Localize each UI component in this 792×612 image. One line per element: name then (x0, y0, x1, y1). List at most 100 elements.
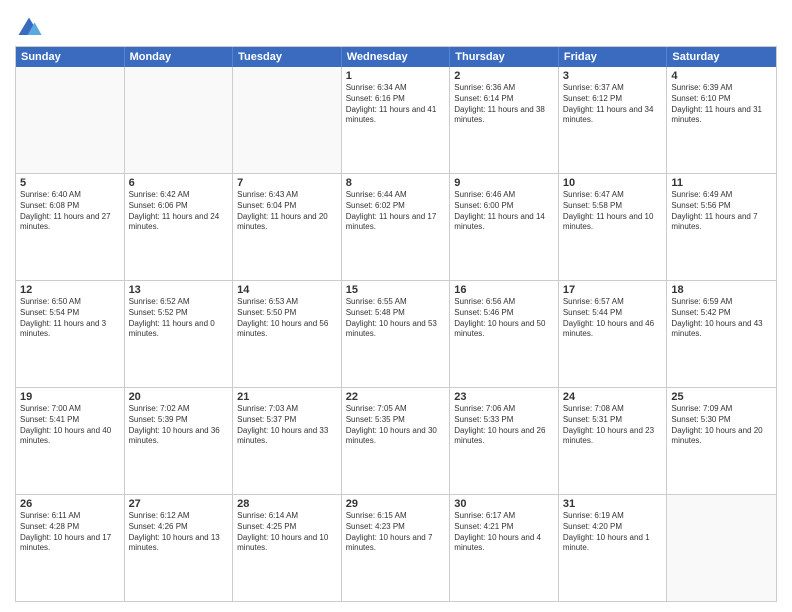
empty-cell (667, 495, 776, 601)
day-cell-20: 20Sunrise: 7:02 AM Sunset: 5:39 PM Dayli… (125, 388, 234, 494)
day-cell-10: 10Sunrise: 6:47 AM Sunset: 5:58 PM Dayli… (559, 174, 668, 280)
day-cell-31: 31Sunrise: 6:19 AM Sunset: 4:20 PM Dayli… (559, 495, 668, 601)
day-number: 12 (20, 284, 120, 296)
day-number: 28 (237, 498, 337, 510)
header (15, 10, 777, 42)
cell-text: Sunrise: 6:46 AM Sunset: 6:00 PM Dayligh… (454, 190, 554, 233)
day-number: 18 (671, 284, 772, 296)
cell-text: Sunrise: 6:59 AM Sunset: 5:42 PM Dayligh… (671, 297, 772, 340)
day-number: 7 (237, 177, 337, 189)
cell-text: Sunrise: 6:56 AM Sunset: 5:46 PM Dayligh… (454, 297, 554, 340)
header-day-thursday: Thursday (450, 47, 559, 67)
day-number: 15 (346, 284, 446, 296)
header-day-tuesday: Tuesday (233, 47, 342, 67)
cell-text: Sunrise: 6:47 AM Sunset: 5:58 PM Dayligh… (563, 190, 663, 233)
cell-text: Sunrise: 6:43 AM Sunset: 6:04 PM Dayligh… (237, 190, 337, 233)
day-cell-3: 3Sunrise: 6:37 AM Sunset: 6:12 PM Daylig… (559, 67, 668, 173)
day-number: 26 (20, 498, 120, 510)
day-number: 22 (346, 391, 446, 403)
day-cell-17: 17Sunrise: 6:57 AM Sunset: 5:44 PM Dayli… (559, 281, 668, 387)
cell-text: Sunrise: 6:14 AM Sunset: 4:25 PM Dayligh… (237, 511, 337, 554)
calendar: SundayMondayTuesdayWednesdayThursdayFrid… (15, 46, 777, 602)
day-cell-6: 6Sunrise: 6:42 AM Sunset: 6:06 PM Daylig… (125, 174, 234, 280)
day-cell-2: 2Sunrise: 6:36 AM Sunset: 6:14 PM Daylig… (450, 67, 559, 173)
day-cell-13: 13Sunrise: 6:52 AM Sunset: 5:52 PM Dayli… (125, 281, 234, 387)
logo (15, 14, 47, 42)
day-number: 27 (129, 498, 229, 510)
cell-text: Sunrise: 7:03 AM Sunset: 5:37 PM Dayligh… (237, 404, 337, 447)
day-number: 23 (454, 391, 554, 403)
week-row-5: 26Sunrise: 6:11 AM Sunset: 4:28 PM Dayli… (16, 494, 776, 601)
calendar-body: 1Sunrise: 6:34 AM Sunset: 6:16 PM Daylig… (16, 67, 776, 601)
day-cell-22: 22Sunrise: 7:05 AM Sunset: 5:35 PM Dayli… (342, 388, 451, 494)
day-cell-25: 25Sunrise: 7:09 AM Sunset: 5:30 PM Dayli… (667, 388, 776, 494)
cell-text: Sunrise: 6:53 AM Sunset: 5:50 PM Dayligh… (237, 297, 337, 340)
day-cell-21: 21Sunrise: 7:03 AM Sunset: 5:37 PM Dayli… (233, 388, 342, 494)
header-day-monday: Monday (125, 47, 234, 67)
day-cell-5: 5Sunrise: 6:40 AM Sunset: 6:08 PM Daylig… (16, 174, 125, 280)
day-number: 25 (671, 391, 772, 403)
day-cell-28: 28Sunrise: 6:14 AM Sunset: 4:25 PM Dayli… (233, 495, 342, 601)
cell-text: Sunrise: 7:09 AM Sunset: 5:30 PM Dayligh… (671, 404, 772, 447)
week-row-2: 5Sunrise: 6:40 AM Sunset: 6:08 PM Daylig… (16, 173, 776, 280)
day-cell-9: 9Sunrise: 6:46 AM Sunset: 6:00 PM Daylig… (450, 174, 559, 280)
empty-cell (16, 67, 125, 173)
day-number: 29 (346, 498, 446, 510)
day-number: 10 (563, 177, 663, 189)
day-cell-23: 23Sunrise: 7:06 AM Sunset: 5:33 PM Dayli… (450, 388, 559, 494)
day-cell-30: 30Sunrise: 6:17 AM Sunset: 4:21 PM Dayli… (450, 495, 559, 601)
day-number: 8 (346, 177, 446, 189)
day-cell-12: 12Sunrise: 6:50 AM Sunset: 5:54 PM Dayli… (16, 281, 125, 387)
cell-text: Sunrise: 6:15 AM Sunset: 4:23 PM Dayligh… (346, 511, 446, 554)
day-number: 31 (563, 498, 663, 510)
cell-text: Sunrise: 6:52 AM Sunset: 5:52 PM Dayligh… (129, 297, 229, 340)
cell-text: Sunrise: 7:08 AM Sunset: 5:31 PM Dayligh… (563, 404, 663, 447)
cell-text: Sunrise: 7:00 AM Sunset: 5:41 PM Dayligh… (20, 404, 120, 447)
cell-text: Sunrise: 6:37 AM Sunset: 6:12 PM Dayligh… (563, 83, 663, 126)
day-number: 9 (454, 177, 554, 189)
day-number: 30 (454, 498, 554, 510)
cell-text: Sunrise: 6:50 AM Sunset: 5:54 PM Dayligh… (20, 297, 120, 340)
cell-text: Sunrise: 6:12 AM Sunset: 4:26 PM Dayligh… (129, 511, 229, 554)
header-day-friday: Friday (559, 47, 668, 67)
day-number: 11 (671, 177, 772, 189)
day-cell-7: 7Sunrise: 6:43 AM Sunset: 6:04 PM Daylig… (233, 174, 342, 280)
cell-text: Sunrise: 7:06 AM Sunset: 5:33 PM Dayligh… (454, 404, 554, 447)
cell-text: Sunrise: 6:55 AM Sunset: 5:48 PM Dayligh… (346, 297, 446, 340)
cell-text: Sunrise: 7:02 AM Sunset: 5:39 PM Dayligh… (129, 404, 229, 447)
cell-text: Sunrise: 6:17 AM Sunset: 4:21 PM Dayligh… (454, 511, 554, 554)
week-row-4: 19Sunrise: 7:00 AM Sunset: 5:41 PM Dayli… (16, 387, 776, 494)
cell-text: Sunrise: 6:39 AM Sunset: 6:10 PM Dayligh… (671, 83, 772, 126)
day-number: 14 (237, 284, 337, 296)
day-cell-27: 27Sunrise: 6:12 AM Sunset: 4:26 PM Dayli… (125, 495, 234, 601)
header-day-saturday: Saturday (667, 47, 776, 67)
day-number: 13 (129, 284, 229, 296)
day-number: 1 (346, 70, 446, 82)
day-cell-15: 15Sunrise: 6:55 AM Sunset: 5:48 PM Dayli… (342, 281, 451, 387)
empty-cell (125, 67, 234, 173)
day-number: 3 (563, 70, 663, 82)
week-row-1: 1Sunrise: 6:34 AM Sunset: 6:16 PM Daylig… (16, 67, 776, 173)
day-number: 17 (563, 284, 663, 296)
day-number: 4 (671, 70, 772, 82)
cell-text: Sunrise: 6:34 AM Sunset: 6:16 PM Dayligh… (346, 83, 446, 126)
cell-text: Sunrise: 6:44 AM Sunset: 6:02 PM Dayligh… (346, 190, 446, 233)
day-number: 21 (237, 391, 337, 403)
day-number: 19 (20, 391, 120, 403)
day-number: 16 (454, 284, 554, 296)
page: SundayMondayTuesdayWednesdayThursdayFrid… (0, 0, 792, 612)
day-cell-8: 8Sunrise: 6:44 AM Sunset: 6:02 PM Daylig… (342, 174, 451, 280)
day-cell-19: 19Sunrise: 7:00 AM Sunset: 5:41 PM Dayli… (16, 388, 125, 494)
day-number: 6 (129, 177, 229, 189)
day-cell-29: 29Sunrise: 6:15 AM Sunset: 4:23 PM Dayli… (342, 495, 451, 601)
cell-text: Sunrise: 6:42 AM Sunset: 6:06 PM Dayligh… (129, 190, 229, 233)
day-cell-11: 11Sunrise: 6:49 AM Sunset: 5:56 PM Dayli… (667, 174, 776, 280)
cell-text: Sunrise: 6:49 AM Sunset: 5:56 PM Dayligh… (671, 190, 772, 233)
day-cell-4: 4Sunrise: 6:39 AM Sunset: 6:10 PM Daylig… (667, 67, 776, 173)
cell-text: Sunrise: 6:11 AM Sunset: 4:28 PM Dayligh… (20, 511, 120, 554)
cell-text: Sunrise: 6:19 AM Sunset: 4:20 PM Dayligh… (563, 511, 663, 554)
day-number: 5 (20, 177, 120, 189)
day-cell-16: 16Sunrise: 6:56 AM Sunset: 5:46 PM Dayli… (450, 281, 559, 387)
cell-text: Sunrise: 6:40 AM Sunset: 6:08 PM Dayligh… (20, 190, 120, 233)
header-day-wednesday: Wednesday (342, 47, 451, 67)
